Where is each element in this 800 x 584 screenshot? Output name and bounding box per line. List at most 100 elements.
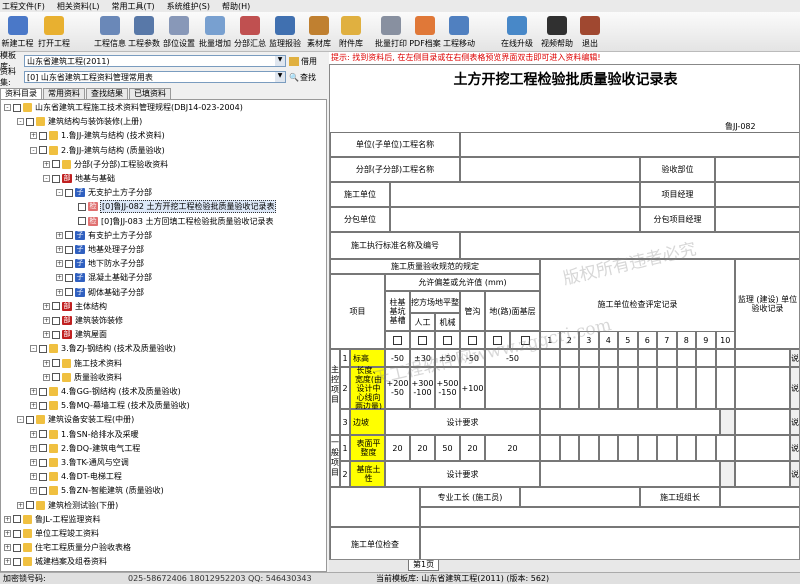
menu-item-2[interactable]: 常用工具(T) <box>112 1 155 12</box>
expand-icon[interactable]: + <box>30 444 37 452</box>
expand-icon[interactable]: + <box>43 160 50 168</box>
tree-node[interactable]: + 施工技术资料 <box>43 357 123 370</box>
tree-node[interactable]: - 2.鲁JJ-建筑与结构 (质量验收) <box>30 144 166 157</box>
expand-icon[interactable]: + <box>4 544 11 552</box>
tree-node[interactable]: 检 [0]鲁JJ-082 土方开挖工程检验批质量验收记录表 <box>69 200 277 214</box>
toolbar-button-supervision[interactable]: 监理报验 <box>267 12 303 52</box>
expand-icon[interactable]: + <box>30 430 37 438</box>
toolbar-button-video-help[interactable]: 视频帮助 <box>537 12 577 52</box>
toolbar-button-upgrade[interactable]: 在线升级 <box>497 12 537 52</box>
tree-checkbox[interactable] <box>39 401 47 410</box>
tree-checkbox[interactable] <box>52 330 60 339</box>
expand-icon[interactable]: + <box>17 501 24 509</box>
tree-checkbox[interactable] <box>39 430 47 439</box>
toolbar-button-new-project[interactable]: 新建工程 <box>0 12 35 52</box>
expand-icon[interactable]: + <box>4 530 11 537</box>
expand-icon[interactable]: + <box>30 388 37 395</box>
tree-checkbox[interactable] <box>65 259 73 268</box>
find-button[interactable]: 🔍 查找 <box>289 72 316 83</box>
tree-node[interactable]: - 建筑设备安装工程(中册) <box>17 413 135 426</box>
tree-node[interactable]: +4.鲁DT-电梯工程 <box>30 470 123 483</box>
expand-icon[interactable]: + <box>56 260 63 268</box>
tree-checkbox[interactable] <box>39 458 47 467</box>
tree-checkbox[interactable] <box>39 146 47 155</box>
tree-node[interactable]: - 建筑结构与装饰装修(上册) <box>17 115 143 128</box>
tree-checkbox[interactable] <box>13 515 21 524</box>
expand-icon[interactable]: + <box>30 487 37 495</box>
collapse-icon[interactable]: - <box>17 118 24 126</box>
tree-node[interactable]: - 山东省建筑工程施工技术资料管理规程(DBJ14-023-2004) <box>4 101 244 114</box>
tree-checkbox[interactable] <box>39 444 47 453</box>
menu-item-4[interactable]: 帮助(H) <box>222 1 250 12</box>
expand-icon[interactable]: + <box>56 288 63 296</box>
tree-node[interactable]: + 质量验收资料 <box>43 371 123 384</box>
collapse-icon[interactable]: - <box>4 104 11 111</box>
tab-3[interactable]: 已填资料 <box>129 88 171 99</box>
tree-node[interactable]: +4.鲁GG-钢结构 (技术及质量验收) <box>30 385 182 398</box>
tree-checkbox[interactable] <box>65 273 73 282</box>
tree-checkbox[interactable] <box>39 131 47 140</box>
tree-checkbox[interactable] <box>52 373 60 382</box>
tab-2[interactable]: 查找结果 <box>86 88 128 99</box>
menu-item-3[interactable]: 系统维护(S) <box>167 1 210 12</box>
tree-node[interactable]: +1.鲁JJ-建筑与结构 (技术资料) <box>30 129 166 142</box>
expand-icon[interactable]: + <box>4 515 11 523</box>
tree-node[interactable]: +5.鲁ZN-智能建筑 (质量验收) <box>30 484 165 497</box>
tree-checkbox[interactable] <box>39 472 47 481</box>
tab-0[interactable]: 资料目录 <box>0 88 42 99</box>
tree-checkbox[interactable] <box>52 302 60 311</box>
tree-checkbox[interactable] <box>26 117 34 126</box>
expand-icon[interactable]: + <box>56 246 63 253</box>
tree-checkbox[interactable] <box>78 217 86 226</box>
tree-checkbox[interactable] <box>52 160 60 169</box>
expand-icon[interactable]: + <box>43 359 50 367</box>
collapse-icon[interactable]: - <box>43 175 50 182</box>
tree-checkbox[interactable] <box>26 415 34 424</box>
toolbar-button-project-params[interactable]: 工程参数 <box>127 12 161 52</box>
horizontal-scrollbar[interactable] <box>329 560 800 572</box>
collapse-icon[interactable]: - <box>17 416 24 424</box>
option-checkbox[interactable] <box>393 335 402 345</box>
tree-checkbox[interactable] <box>52 174 60 183</box>
collapse-icon[interactable]: - <box>56 189 63 197</box>
expand-icon[interactable]: + <box>43 373 50 381</box>
toolbar-button-summary[interactable]: 分部汇总 <box>233 12 267 52</box>
tree-checkbox[interactable] <box>65 231 73 240</box>
toolbar-button-material-library[interactable]: 素材库 <box>303 12 335 52</box>
tree-node[interactable]: + 子地下防水子分部 <box>56 257 145 270</box>
collapse-icon[interactable]: - <box>30 345 37 353</box>
tree-node[interactable]: + 子有支护土方子分部 <box>56 229 153 242</box>
toolbar-button-exit[interactable]: 退出 <box>577 12 603 52</box>
tree-checkbox[interactable] <box>26 501 34 510</box>
tree-node[interactable]: + 子混凝土基础子分部 <box>56 271 153 284</box>
expand-icon[interactable]: + <box>43 331 50 339</box>
data-set-select[interactable]: [0] 山东省建筑工程资料管理常用表 ▼ <box>24 71 286 83</box>
tree-view[interactable]: - 山东省建筑工程施工技术资料管理规程(DBJ14-023-2004) - 建筑结构与… <box>0 99 327 572</box>
tree-node[interactable]: + 建筑检测试验(下册) <box>17 499 119 512</box>
tree-node[interactable]: + 部主体结构 <box>43 300 108 313</box>
toolbar-button-pdf[interactable]: PDF档案 <box>409 12 441 52</box>
menu-item-1[interactable]: 相关资料(L) <box>57 1 100 12</box>
toolbar-button-print[interactable]: 批量打印 <box>373 12 409 52</box>
toolbar-button-attachment[interactable]: 附件库 <box>335 12 367 52</box>
menu-item-0[interactable]: 工程文件(F) <box>2 1 45 12</box>
tree-checkbox[interactable] <box>65 288 73 297</box>
tree-node[interactable]: + 部建筑屋面 <box>43 328 108 341</box>
tree-node[interactable]: - 子无支护土方子分部 <box>56 186 153 199</box>
expand-icon[interactable]: + <box>56 231 63 239</box>
tree-node[interactable]: +5.鲁MQ-幕墙工程 (技术及质量验收) <box>30 399 191 412</box>
tree-checkbox[interactable] <box>65 188 73 197</box>
expand-icon[interactable]: + <box>43 302 50 310</box>
expand-icon[interactable]: + <box>4 558 11 566</box>
template-library-select[interactable]: 山东省建筑工程(2011) ▼ <box>24 55 286 67</box>
borrow-button[interactable]: 借用 <box>289 56 317 67</box>
expand-icon[interactable]: + <box>30 132 37 140</box>
tree-node[interactable]: +2.鲁DQ-建筑电气工程 <box>30 442 141 455</box>
tree-node[interactable]: +1.鲁SN-给排水及采暖 <box>30 428 140 441</box>
tree-checkbox[interactable] <box>39 486 47 495</box>
toolbar-button-open-project[interactable]: 打开工程 <box>35 12 73 52</box>
tree-node[interactable]: 检 [0]鲁JJ-083 土方回填工程检验批质量验收记录表 <box>69 215 274 228</box>
toolbar-button-project-info[interactable]: 工程信息 <box>93 12 127 52</box>
expand-icon[interactable]: + <box>43 317 50 324</box>
tab-1[interactable]: 常用资料 <box>43 88 85 99</box>
